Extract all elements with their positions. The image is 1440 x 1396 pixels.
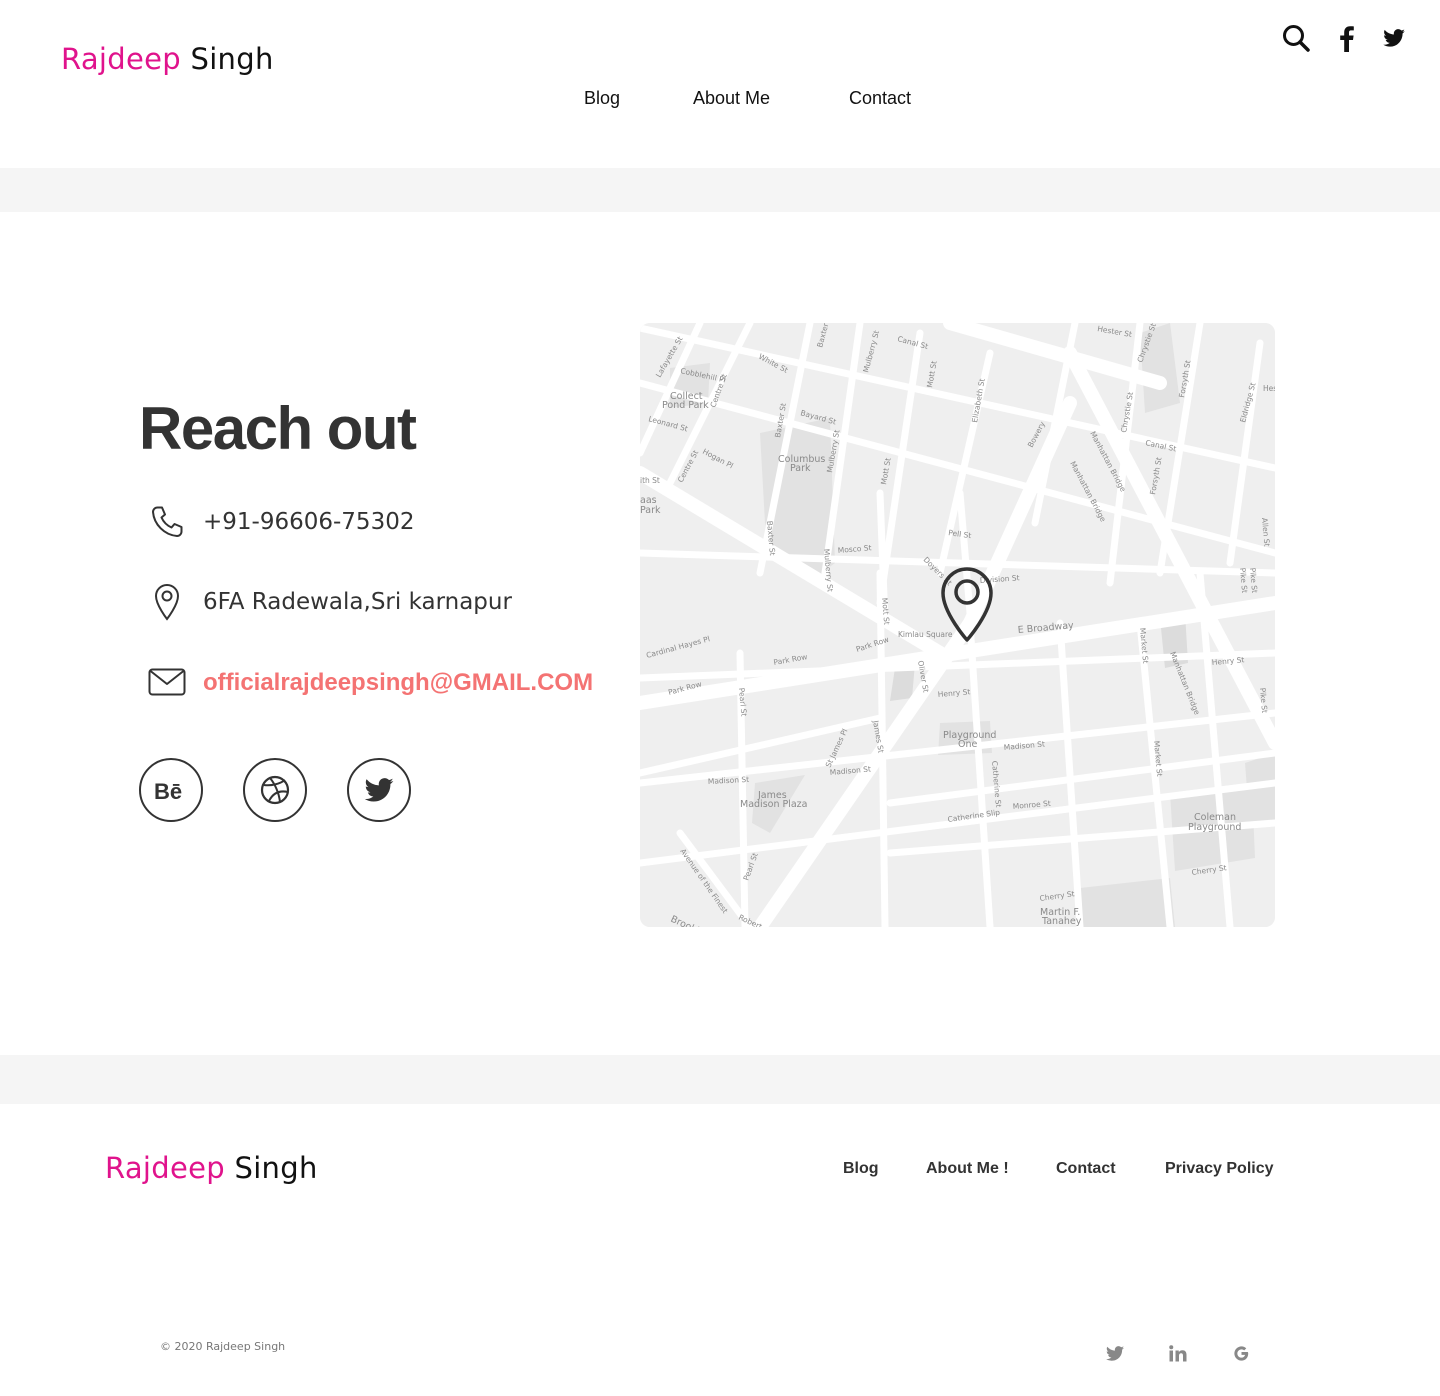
- svg-text:Bē: Bē: [154, 779, 182, 801]
- linkedin-icon[interactable]: [1167, 1342, 1189, 1364]
- svg-text:Pond Park: Pond Park: [662, 400, 709, 411]
- svg-text:Kimlau Square: Kimlau Square: [898, 630, 953, 639]
- footer-divider-band: [0, 1055, 1440, 1104]
- footer-link-contact[interactable]: Contact: [1056, 1160, 1116, 1178]
- svg-text:Madison Plaza: Madison Plaza: [740, 799, 808, 810]
- svg-text:Park: Park: [640, 505, 661, 516]
- twitter-icon[interactable]: [1104, 1342, 1126, 1364]
- header-brand-logo[interactable]: Rajdeep Singh: [61, 42, 274, 76]
- copyright-text: © 2020 Rajdeep Singh: [160, 1340, 286, 1353]
- search-icon[interactable]: [1280, 22, 1312, 54]
- footer-link-privacy-policy[interactable]: Privacy Policy: [1165, 1160, 1274, 1178]
- svg-text:Tanahey: Tanahey: [1041, 916, 1082, 927]
- svg-text:Hes: Hes: [1263, 384, 1275, 393]
- footer-link-about-me[interactable]: About Me !: [926, 1160, 1009, 1178]
- brand-last-name: Singh: [190, 42, 274, 76]
- phone-number: +91-96606-75302: [203, 509, 415, 535]
- svg-text:ith St: ith St: [640, 476, 660, 485]
- address-text: 6FA Radewala,Sri karnapur: [203, 589, 512, 615]
- svg-text:One: One: [958, 739, 977, 750]
- brand-first-name: Rajdeep: [61, 42, 181, 76]
- svg-text:Park: Park: [790, 463, 811, 474]
- google-icon[interactable]: [1230, 1342, 1252, 1364]
- location-pin-icon: [147, 582, 187, 622]
- page-title: Reach out: [139, 395, 417, 462]
- behance-button[interactable]: Bē: [139, 758, 203, 822]
- footer-link-blog[interactable]: Blog: [843, 1160, 879, 1178]
- footer-brand-logo[interactable]: Rajdeep Singh: [105, 1151, 318, 1185]
- svg-text:Playground: Playground: [1188, 822, 1241, 833]
- twitter-icon[interactable]: [1382, 27, 1406, 49]
- nav-link-contact[interactable]: Contact: [849, 88, 911, 109]
- facebook-icon[interactable]: [1336, 25, 1358, 53]
- header-divider-band: [0, 168, 1440, 212]
- nav-link-blog[interactable]: Blog: [584, 88, 620, 109]
- nav-link-about-me[interactable]: About Me: [693, 88, 770, 109]
- dribbble-button[interactable]: [243, 758, 307, 822]
- phone-icon: [147, 502, 187, 542]
- map-canvas: Lafayette St White St Baxter St Canal St…: [640, 323, 1275, 927]
- brand-last-name: Singh: [234, 1151, 318, 1185]
- brand-first-name: Rajdeep: [105, 1151, 225, 1185]
- twitter-button[interactable]: [347, 758, 411, 822]
- email-link[interactable]: officialrajdeepsingh@GMAIL.COM: [203, 669, 593, 697]
- mail-icon: [147, 662, 187, 702]
- dribbble-icon: [260, 775, 290, 805]
- location-map[interactable]: Lafayette St White St Baxter St Canal St…: [640, 323, 1275, 927]
- twitter-icon: [364, 778, 394, 802]
- behance-icon: Bē: [154, 779, 182, 801]
